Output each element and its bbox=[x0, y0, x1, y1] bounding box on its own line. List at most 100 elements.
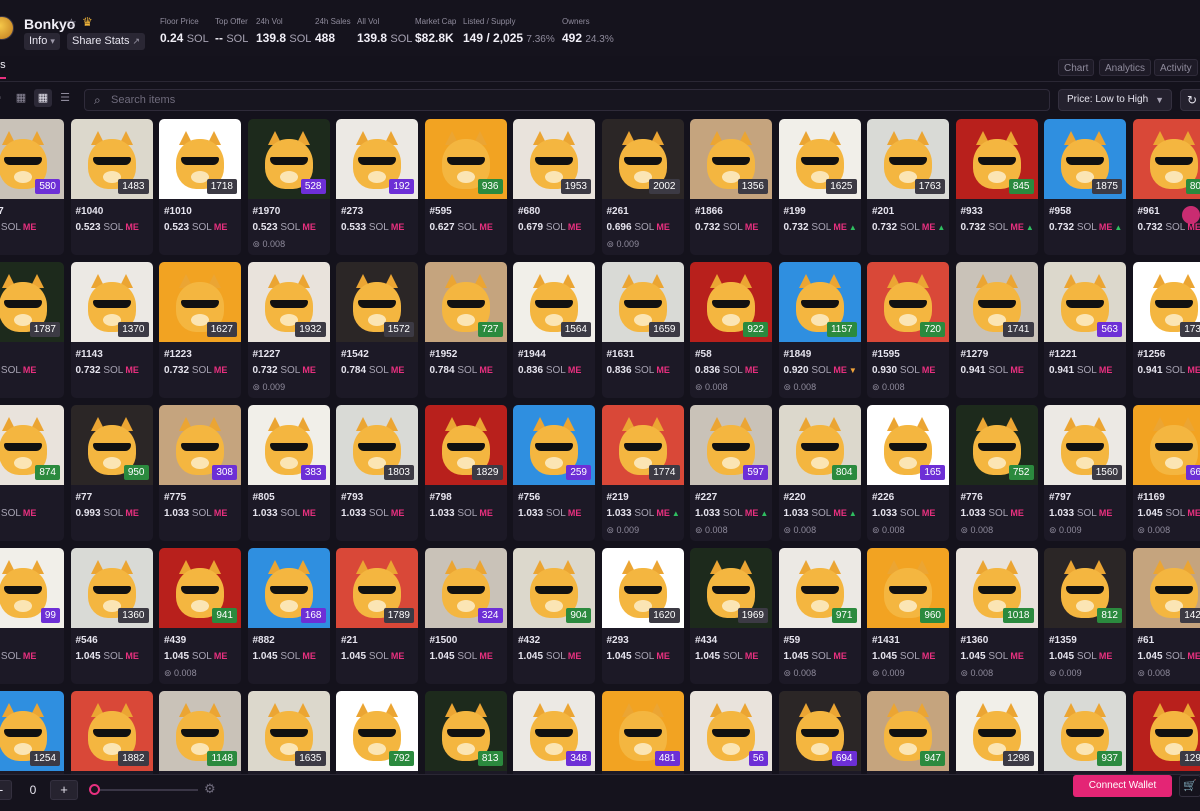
nft-card[interactable]: 960 #1431 1.045 SOL ME ⊚ 0.009 bbox=[867, 548, 949, 684]
nft-image[interactable]: 1774 bbox=[601, 405, 684, 485]
nft-card[interactable]: 663 #1169 1.045 SOLME ⊚ 0.008 bbox=[1132, 405, 1200, 541]
nft-image[interactable]: 481 bbox=[601, 691, 684, 771]
nft-image[interactable]: 580 bbox=[0, 119, 64, 199]
nft-image[interactable]: 1298 bbox=[955, 691, 1038, 771]
nft-card[interactable]: 2002 #261 0.696 SOL ME ⊚ 0.009 bbox=[601, 119, 684, 255]
nft-card[interactable]: 1560 #797 1.033 SOL ME ⊚ 0.009 bbox=[1044, 405, 1126, 541]
nft-image[interactable]: 1718 bbox=[159, 119, 241, 199]
nft-image[interactable]: 1360 bbox=[70, 548, 153, 628]
star-icon[interactable]: ☆ bbox=[66, 16, 77, 30]
nft-card[interactable]: 1774 #219 1.033 SOL ME ▲ ⊚ 0.009 bbox=[601, 405, 684, 541]
nft-card[interactable]: 192 #273 0.533 SOL ME bbox=[336, 119, 418, 255]
nft-card[interactable]: 1932 #1227 0.732 SOL ME ⊚ 0.009 bbox=[247, 262, 330, 398]
nft-image[interactable]: 1572 bbox=[336, 262, 418, 342]
nft-image[interactable]: 936 bbox=[424, 119, 507, 199]
floating-action-icon[interactable] bbox=[1182, 206, 1200, 224]
nft-card[interactable]: 1157 #1849 0.920 SOL ME ▼ ⊚ 0.008 bbox=[778, 262, 861, 398]
nft-image[interactable]: 348 bbox=[513, 691, 595, 771]
nft-card[interactable]: 348 bbox=[513, 691, 595, 774]
nft-image[interactable]: 99 bbox=[0, 548, 64, 628]
nft-card[interactable]: 1803 #793 1.033 SOL ME bbox=[336, 405, 418, 541]
nft-card[interactable]: 727 #1952 0.784 SOL ME bbox=[424, 262, 507, 398]
nft-image[interactable]: 813 bbox=[424, 691, 507, 771]
nft-card[interactable]: 1875 #958 0.732 SOL ME ▲ bbox=[1044, 119, 1126, 255]
nft-card[interactable]: 1360 #546 1.045 SOL ME bbox=[70, 548, 153, 684]
nft-card[interactable]: 803#9610.732 SOLME▲ bbox=[1132, 119, 1200, 255]
nft-card[interactable]: 1294 bbox=[1132, 691, 1200, 774]
nft-card[interactable]: 1356 #1866 0.732 SOL ME bbox=[690, 119, 772, 255]
nft-image[interactable]: 1659 bbox=[601, 262, 684, 342]
nft-image[interactable]: 1370 bbox=[70, 262, 153, 342]
slider-handle[interactable] bbox=[89, 784, 100, 795]
nft-card[interactable]: 720 #1595 0.930 SOL ME ⊚ 0.008 bbox=[867, 262, 949, 398]
quantity-minus-button[interactable]: - bbox=[0, 780, 12, 800]
tab-analytics[interactable]: Analytics bbox=[1099, 59, 1152, 76]
nft-image[interactable]: 1483 bbox=[70, 119, 153, 199]
nft-image[interactable]: 528 bbox=[247, 119, 330, 199]
nft-card[interactable]: 1625 #199 0.732 SOL ME ▲ bbox=[778, 119, 861, 255]
nft-card[interactable]: 8740393 SOLME bbox=[0, 405, 64, 541]
nft-image[interactable]: 804 bbox=[778, 405, 861, 485]
nft-image[interactable]: 937 bbox=[1044, 691, 1126, 771]
nft-card[interactable]: 1564 #1944 0.836 SOL ME bbox=[513, 262, 595, 398]
nft-image[interactable]: 960 bbox=[867, 548, 949, 628]
nft-card[interactable]: 1969 #434 1.045 SOL ME bbox=[690, 548, 772, 684]
nft-image[interactable]: 752 bbox=[955, 405, 1038, 485]
nft-image[interactable]: 1148 bbox=[159, 691, 241, 771]
nft-image[interactable]: 971 bbox=[778, 548, 861, 628]
nft-image[interactable]: 1564 bbox=[513, 262, 595, 342]
nft-image[interactable]: 845 bbox=[955, 119, 1038, 199]
nft-card[interactable]: 1148 bbox=[159, 691, 241, 774]
nft-card[interactable]: 1254 bbox=[0, 691, 64, 774]
nft-image[interactable]: 922 bbox=[690, 262, 772, 342]
nft-image[interactable]: 2002 bbox=[601, 119, 684, 199]
nft-card[interactable]: 1370 #1143 0.732 SOL ME bbox=[70, 262, 153, 398]
connect-wallet-button[interactable]: Connect Wallet bbox=[1073, 775, 1172, 797]
nft-card[interactable]: 922 #58 0.836 SOL ME ⊚ 0.008 bbox=[690, 262, 772, 398]
nft-image[interactable]: 1803 bbox=[336, 405, 418, 485]
nft-image[interactable]: 1294 bbox=[1132, 691, 1200, 771]
nft-image[interactable]: 1741 bbox=[955, 262, 1038, 342]
nft-image[interactable]: 383 bbox=[247, 405, 330, 485]
filter-toggle-icon[interactable]: ▪ bbox=[0, 89, 8, 107]
nft-image[interactable]: 1882 bbox=[70, 691, 153, 771]
nft-card[interactable]: 812 #1359 1.045 SOL ME ⊚ 0.009 bbox=[1044, 548, 1126, 684]
nft-image[interactable]: 694 bbox=[778, 691, 861, 771]
nft-image[interactable]: 941 bbox=[159, 548, 241, 628]
nft-card[interactable]: 1731 #1256 0.941 SOLME bbox=[1132, 262, 1200, 398]
refresh-icon[interactable]: ↻ bbox=[1180, 89, 1200, 111]
nft-image[interactable]: 324 bbox=[424, 548, 507, 628]
nft-image[interactable]: 803 bbox=[1132, 119, 1200, 199]
nft-card[interactable]: 1298 bbox=[955, 691, 1038, 774]
nft-image[interactable]: 1625 bbox=[778, 119, 861, 199]
nft-image[interactable]: 1829 bbox=[424, 405, 507, 485]
nft-card[interactable]: 941 #439 1.045 SOL ME ⊚ 0.008 bbox=[159, 548, 241, 684]
nft-card[interactable]: 383 #805 1.033 SOL ME bbox=[247, 405, 330, 541]
nft-card[interactable]: 168 #882 1.045 SOL ME bbox=[247, 548, 330, 684]
nft-image[interactable]: 1932 bbox=[247, 262, 330, 342]
nft-card[interactable]: 580 207 12 SOLME bbox=[0, 119, 64, 255]
nft-card[interactable]: 1659 #1631 0.836 SOL ME bbox=[601, 262, 684, 398]
nft-card[interactable]: 752 #776 1.033 SOL ME ⊚ 0.008 bbox=[955, 405, 1038, 541]
nft-card[interactable]: 1635 bbox=[247, 691, 330, 774]
nft-image[interactable]: 1427 bbox=[1132, 548, 1200, 628]
nft-image[interactable]: 812 bbox=[1044, 548, 1126, 628]
nft-image[interactable]: 192 bbox=[336, 119, 418, 199]
nft-card[interactable]: 528 #1970 0.523 SOL ME ⊚ 0.008 bbox=[247, 119, 330, 255]
nft-image[interactable]: 1620 bbox=[601, 548, 684, 628]
nft-card[interactable]: 1018 #1360 1.045 SOL ME ⊚ 0.008 bbox=[955, 548, 1038, 684]
collection-avatar[interactable] bbox=[0, 16, 14, 40]
nft-card[interactable]: 1763 #201 0.732 SOL ME ▲ bbox=[867, 119, 949, 255]
nft-image[interactable]: 1953 bbox=[513, 119, 595, 199]
nft-image[interactable]: 1789 bbox=[336, 548, 418, 628]
nft-card[interactable]: 563 #1221 0.941 SOL ME bbox=[1044, 262, 1126, 398]
nft-image[interactable]: 1731 bbox=[1132, 262, 1200, 342]
nft-card[interactable]: 308 #775 1.033 SOL ME bbox=[159, 405, 241, 541]
nft-card[interactable]: 1572 #1542 0.784 SOL ME bbox=[336, 262, 418, 398]
nft-image[interactable]: 792 bbox=[336, 691, 418, 771]
share-stats-button[interactable]: Share Stats ↗ bbox=[67, 33, 146, 50]
nft-card[interactable]: 1953 #680 0.679 SOL ME bbox=[513, 119, 595, 255]
nft-card[interactable]: 1627 #1223 0.732 SOL ME bbox=[159, 262, 241, 398]
nft-image[interactable]: 1356 bbox=[690, 119, 772, 199]
cart-icon[interactable]: 🛒 bbox=[1179, 775, 1200, 797]
